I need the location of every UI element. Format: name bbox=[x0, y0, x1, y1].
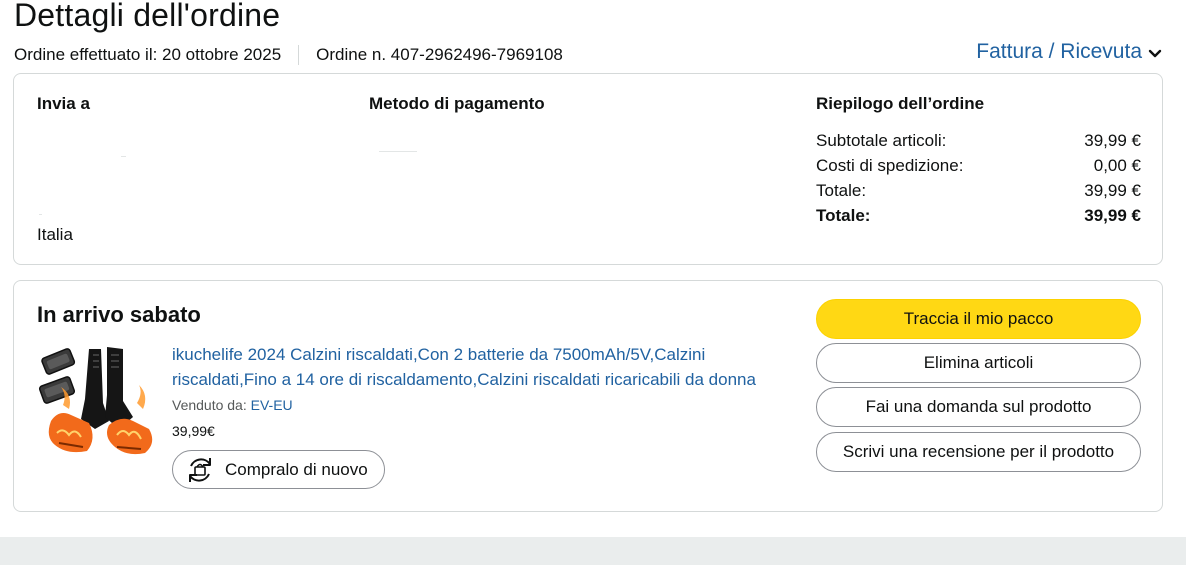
order-number: Ordine n. 407-2962496-7969108 bbox=[316, 45, 563, 64]
invoice-label: Fattura / Ricevuta bbox=[976, 40, 1142, 63]
summary-value: 39,99 € bbox=[1084, 131, 1141, 150]
item-price: 39,99€ bbox=[172, 423, 215, 439]
payment-heading: Metodo di pagamento bbox=[369, 94, 545, 113]
ask-product-question-button[interactable]: Fai una domanda sul prodotto bbox=[816, 387, 1141, 427]
summary-label: Subtotale articoli: bbox=[816, 131, 947, 150]
summary-value: 39,99 € bbox=[1084, 206, 1141, 225]
summary-label: Totale: bbox=[816, 181, 867, 200]
sold-by-label: Venduto da: bbox=[172, 397, 247, 413]
summary-row-subtotal: Subtotale articoli: 39,99 € bbox=[816, 128, 1141, 153]
seller-info: Venduto da: EV-EU bbox=[172, 397, 293, 413]
summary-heading: Riepilogo dell’ordine bbox=[816, 94, 985, 113]
redacted-address-mark bbox=[39, 214, 42, 215]
redacted-payment-mark bbox=[379, 151, 417, 152]
summary-row-total: Totale: 39,99 € bbox=[816, 178, 1141, 203]
page-title: Dettagli dell'ordine bbox=[14, 0, 281, 33]
meta-divider bbox=[298, 45, 300, 65]
write-review-button[interactable]: Scrivi una recensione per il prodotto bbox=[816, 432, 1141, 472]
ship-to-heading: Invia a bbox=[37, 94, 90, 113]
order-date: Ordine effettuato il: 20 ottobre 2025 bbox=[14, 45, 282, 64]
product-title-link[interactable]: ikuchelife 2024 Calzini riscaldati,Con 2… bbox=[172, 342, 792, 392]
summary-row-shipping: Costi di spedizione: 0,00 € bbox=[816, 153, 1141, 178]
product-thumbnail[interactable] bbox=[37, 343, 162, 458]
redacted-address-mark bbox=[121, 156, 126, 157]
footer-band bbox=[0, 537, 1186, 565]
chevron-down-icon bbox=[1148, 49, 1162, 57]
summary-label: Totale: bbox=[816, 206, 871, 225]
order-meta: Ordine effettuato il: 20 ottobre 2025 Or… bbox=[14, 45, 563, 65]
track-package-button[interactable]: Traccia il mio pacco bbox=[816, 299, 1141, 339]
ship-to-country: Italia bbox=[37, 225, 73, 244]
order-info-card: Invia a Italia Metodo di pagamento Riepi… bbox=[13, 73, 1163, 265]
buy-again-icon bbox=[189, 457, 211, 482]
summary-value: 0,00 € bbox=[1093, 156, 1141, 175]
summary-value: 39,99 € bbox=[1084, 181, 1141, 200]
remove-items-button[interactable]: Elimina articoli bbox=[816, 343, 1141, 383]
invoice-dropdown[interactable]: Fattura / Ricevuta bbox=[976, 40, 1162, 64]
seller-link[interactable]: EV-EU bbox=[251, 397, 293, 413]
delivery-status: In arrivo sabato bbox=[37, 302, 201, 327]
order-summary-table: Subtotale articoli: 39,99 € Costi di spe… bbox=[816, 128, 1141, 228]
summary-label: Costi di spedizione: bbox=[816, 156, 964, 175]
buy-again-label: Compralo di nuovo bbox=[225, 459, 368, 479]
shipment-card: In arrivo sabato ikuchelife 2024 Calzini… bbox=[13, 280, 1163, 512]
buy-again-button[interactable]: Compralo di nuovo bbox=[172, 450, 385, 489]
summary-row-grand-total: Totale: 39,99 € bbox=[816, 203, 1141, 228]
